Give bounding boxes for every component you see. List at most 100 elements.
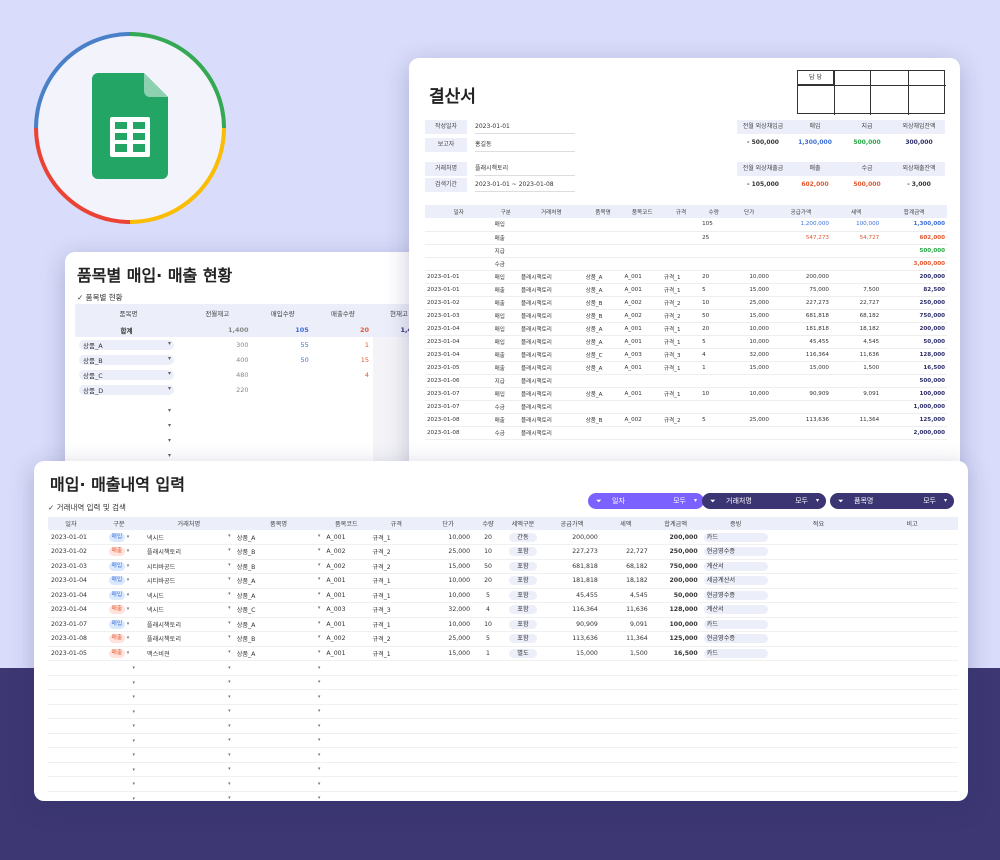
item-select[interactable]: ▾ (233, 660, 324, 676)
client-select[interactable]: 넥시드 ▾ (143, 602, 234, 618)
memo-cell[interactable] (770, 588, 867, 603)
item-select[interactable]: 상품_D (79, 384, 174, 395)
memo-cell[interactable] (770, 617, 867, 632)
type-select[interactable]: 매입 (108, 561, 126, 571)
qty-cell[interactable] (473, 776, 503, 792)
type-select[interactable]: 매출 (108, 648, 126, 658)
qty-cell[interactable]: 4 (473, 602, 503, 618)
price-cell[interactable]: 10,000 (423, 530, 474, 545)
memo-cell[interactable] (770, 689, 867, 705)
date-cell[interactable] (48, 660, 94, 676)
type-select[interactable]: 매입 (108, 619, 126, 629)
tax-type-select[interactable]: 포함 (508, 576, 537, 586)
client-select[interactable]: ▾ (143, 776, 234, 792)
date-cell[interactable] (48, 704, 94, 719)
note-cell[interactable] (866, 559, 958, 574)
client-select[interactable]: 플래시책토리 ▾ (143, 617, 234, 632)
evidence-select[interactable]: 현금영수증 (703, 634, 768, 644)
type-select[interactable]: 매출 (108, 634, 126, 644)
client-select[interactable]: ▾ (143, 747, 234, 763)
item-select[interactable]: 상품_A ▾ (233, 530, 324, 545)
qty-cell[interactable]: 20 (473, 573, 503, 589)
filter-client[interactable]: ⏷ 거래처명 모두 ▾ (702, 493, 826, 509)
item-select[interactable]: 상품_A (79, 339, 174, 350)
memo-cell[interactable] (770, 559, 867, 574)
note-cell[interactable] (866, 675, 958, 690)
item-select[interactable]: ▾ (233, 689, 324, 705)
qty-cell[interactable] (473, 689, 503, 705)
type-select[interactable]: 매입 (108, 590, 126, 600)
item-select[interactable]: 상품_B (79, 354, 174, 365)
memo-cell[interactable] (770, 646, 867, 661)
price-cell[interactable] (423, 704, 474, 719)
date-cell[interactable] (48, 675, 94, 690)
memo-cell[interactable] (770, 733, 867, 748)
item-select[interactable]: 상품_A ▾ (233, 617, 324, 632)
client-select[interactable]: ▾ (143, 791, 234, 801)
note-cell[interactable] (866, 588, 958, 603)
price-cell[interactable]: 15,000 (423, 559, 474, 574)
evidence-select[interactable]: 카드 (703, 619, 768, 629)
note-cell[interactable] (866, 733, 958, 748)
price-cell[interactable]: 10,000 (423, 617, 474, 632)
price-cell[interactable] (423, 776, 474, 792)
item-select[interactable]: ▾ (233, 747, 324, 763)
tax-type-select[interactable]: 포함 (508, 590, 537, 600)
note-cell[interactable] (866, 791, 958, 801)
date-cell[interactable] (48, 733, 94, 748)
item-select[interactable]: ▾ (233, 791, 324, 801)
client-select[interactable]: 플래시책토리 ▾ (143, 544, 234, 560)
price-cell[interactable] (423, 689, 474, 705)
client-select[interactable]: ▾ (143, 675, 234, 690)
evidence-select[interactable]: 계산서 (703, 561, 768, 571)
price-cell[interactable] (423, 718, 474, 734)
evidence-select[interactable]: 카드 (703, 648, 768, 658)
evidence-select[interactable]: 세금계산서 (703, 576, 768, 586)
client-select[interactable]: 넥시드 ▾ (143, 588, 234, 603)
type-select[interactable]: 매출 (108, 605, 126, 615)
date-cell[interactable] (48, 776, 94, 792)
client-select[interactable]: 맥스비젼 ▾ (143, 646, 234, 661)
note-cell[interactable] (866, 602, 958, 618)
tax-type-select[interactable]: 포함 (508, 547, 537, 557)
price-cell[interactable] (423, 762, 474, 777)
memo-cell[interactable] (770, 675, 867, 690)
date-cell[interactable] (48, 791, 94, 801)
filter-item[interactable]: ⏷ 품목명 모두 ▾ (830, 493, 954, 509)
memo-cell[interactable] (770, 747, 867, 763)
tax-type-select[interactable]: 간동 (508, 532, 537, 542)
memo-cell[interactable] (770, 602, 867, 618)
qty-cell[interactable]: 1 (473, 646, 503, 661)
price-cell[interactable] (423, 660, 474, 676)
tax-type-select[interactable]: 별도 (508, 648, 537, 658)
item-select[interactable]: 상품_A ▾ (233, 646, 324, 661)
client-select[interactable]: 시티바공드 ▾ (143, 559, 234, 574)
client-select[interactable]: ▾ (143, 718, 234, 734)
date-cell[interactable] (48, 689, 94, 705)
memo-cell[interactable] (770, 530, 867, 545)
note-cell[interactable] (866, 776, 958, 792)
qty-cell[interactable] (473, 762, 503, 777)
item-select[interactable]: 상품_B ▾ (233, 631, 324, 647)
qty-cell[interactable] (473, 660, 503, 676)
note-cell[interactable] (866, 718, 958, 734)
item-select[interactable]: 상품_A ▾ (233, 573, 324, 589)
memo-cell[interactable] (770, 718, 867, 734)
date-cell[interactable]: 2023-01-04 (48, 573, 94, 589)
evidence-select[interactable]: 현금영수증 (703, 547, 768, 557)
client-select[interactable]: ▾ (143, 762, 234, 777)
date-cell[interactable]: 2023-01-05 (48, 646, 94, 661)
type-select[interactable]: 매출 (108, 547, 126, 557)
type-select[interactable]: 매입 (108, 532, 126, 542)
price-cell[interactable] (423, 747, 474, 763)
memo-cell[interactable] (770, 660, 867, 676)
qty-cell[interactable]: 5 (473, 588, 503, 603)
item-select[interactable]: ▾ (233, 776, 324, 792)
memo-cell[interactable] (770, 776, 867, 792)
note-cell[interactable] (866, 762, 958, 777)
price-cell[interactable]: 10,000 (423, 573, 474, 589)
price-cell[interactable]: 25,000 (423, 631, 474, 647)
price-cell[interactable] (423, 733, 474, 748)
note-cell[interactable] (866, 617, 958, 632)
memo-cell[interactable] (770, 762, 867, 777)
